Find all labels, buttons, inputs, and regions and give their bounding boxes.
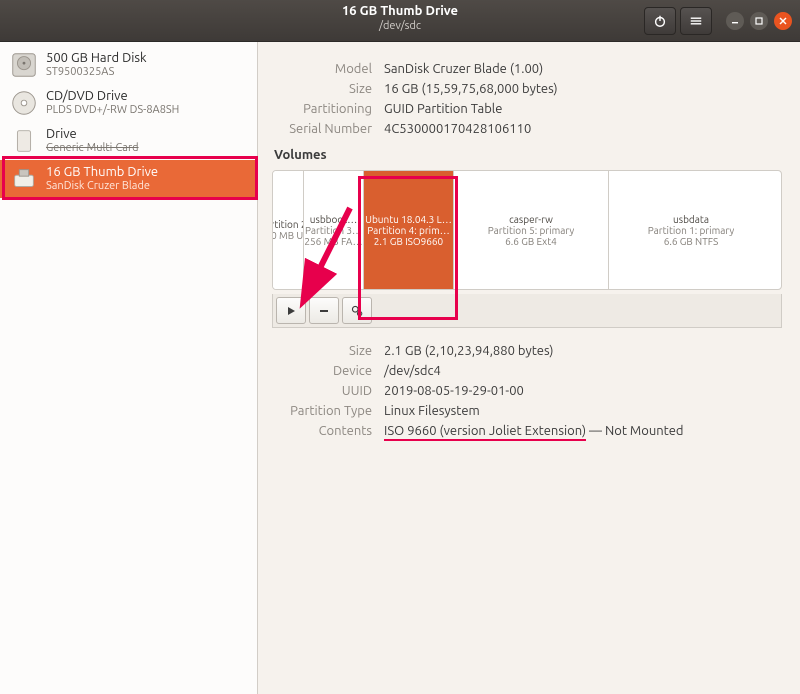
volume-toolbar [272, 294, 782, 328]
partitioning-value: GUID Partition Table [384, 102, 502, 116]
vol-contents-value: ISO 9660 (version Joliet Extension) — No… [384, 424, 684, 438]
serial-label: Serial Number [272, 122, 372, 136]
hamburger-icon [689, 14, 703, 28]
minimize-button[interactable] [726, 12, 744, 30]
vol-uuid-value: 2019-08-05-19-29-01-00 [384, 384, 524, 398]
maximize-button[interactable] [750, 12, 768, 30]
partition-block[interactable]: usbdataPartition 1: primary6.6 GB NTFS [608, 171, 773, 289]
sidebar-item-cd-dvd[interactable]: CD/DVD Drive PLDS DVD+/-RW DS-8A8SH [0, 84, 257, 122]
minus-icon [318, 305, 330, 317]
sd-card-icon [8, 125, 40, 157]
vol-size-label: Size [272, 344, 372, 358]
partition-name: casper-rw [509, 214, 553, 225]
volumes-heading: Volumes [274, 148, 782, 162]
optical-disc-icon [8, 87, 40, 119]
partitioning-label: Partitioning [272, 102, 372, 116]
vol-device-label: Device [272, 364, 372, 378]
close-button[interactable] [774, 12, 792, 30]
sidebar-item-card-reader[interactable]: Drive Generic-Multi-Card [0, 122, 257, 160]
partition-size: 6.6 GB NTFS [664, 236, 719, 247]
partition-block[interactable]: Ubuntu 18.04.3 L…Partition 4: prim…2.1 G… [363, 171, 453, 289]
play-icon [285, 305, 297, 317]
vol-contents-underlined: ISO 9660 (version Joliet Extension) [384, 424, 586, 441]
partition-name: usbdata [673, 214, 709, 225]
partition-size: 256 MB FA… [304, 236, 362, 247]
partition-map: Partition 2…1.0 MB U…usbboot…Partition 3… [272, 170, 782, 290]
main-panel: Model SanDisk Cruzer Blade (1.00) Size 16 … [258, 42, 800, 694]
sidebar-item-label: CD/DVD Drive [46, 89, 179, 104]
partition-size: 6.6 GB Ext4 [505, 236, 557, 247]
settings-button[interactable] [342, 297, 372, 324]
minimize-icon [730, 16, 740, 26]
maximize-icon [754, 16, 764, 26]
power-icon [653, 14, 667, 28]
device-sidebar: 500 GB Hard Disk ST9500325AS CD/DVD Driv… [0, 42, 258, 694]
sidebar-item-sublabel: PLDS DVD+/-RW DS-8A8SH [46, 104, 179, 117]
vol-uuid-label: UUID [272, 384, 372, 398]
hard-disk-icon [8, 49, 40, 81]
mount-button[interactable] [276, 297, 306, 324]
partition-name: usbboot… [310, 214, 357, 225]
vol-contents-label: Contents [272, 424, 372, 438]
vol-device-value: /dev/sdc4 [384, 364, 441, 378]
headerbar: 16 GB Thumb Drive /dev/sdc [0, 0, 800, 42]
sidebar-item-sublabel: ST9500325AS [46, 66, 147, 79]
size-label: Size [272, 82, 372, 96]
partition-block[interactable]: usbboot…Partition 3…256 MB FA… [303, 171, 363, 289]
power-button[interactable] [644, 7, 676, 35]
vol-size-value: 2.1 GB (2,10,23,94,880 bytes) [384, 344, 554, 358]
sidebar-item-hard-disk[interactable]: 500 GB Hard Disk ST9500325AS [0, 46, 257, 84]
partition-desc: Partition 4: prim… [367, 225, 449, 236]
vol-ptype-value: Linux Filesystem [384, 404, 480, 418]
sidebar-item-label: Drive [46, 127, 139, 142]
sidebar-item-sublabel: SanDisk Cruzer Blade [46, 180, 158, 193]
model-label: Model [272, 62, 372, 76]
size-value: 16 GB (15,59,75,68,000 bytes) [384, 82, 558, 96]
menu-button[interactable] [680, 7, 712, 35]
sidebar-item-thumb-drive[interactable]: 16 GB Thumb Drive SanDisk Cruzer Blade [0, 160, 257, 198]
partition-desc: Partition 1: primary [648, 225, 734, 236]
vol-ptype-label: Partition Type [272, 404, 372, 418]
partition-name: Ubuntu 18.04.3 L… [365, 214, 452, 225]
close-icon [778, 16, 788, 26]
vol-contents-suffix: — Not Mounted [586, 424, 684, 438]
delete-partition-button[interactable] [309, 297, 339, 324]
sidebar-item-label: 16 GB Thumb Drive [46, 165, 158, 180]
model-value: SanDisk Cruzer Blade (1.00) [384, 62, 543, 76]
partition-desc: Partition 3… [305, 225, 362, 236]
sidebar-item-label: 500 GB Hard Disk [46, 51, 147, 66]
partition-block[interactable]: Partition 2…1.0 MB U… [273, 171, 303, 289]
usb-drive-icon [8, 163, 40, 195]
serial-value: 4C530000170428106110 [384, 122, 531, 136]
partition-size: 2.1 GB ISO9660 [374, 236, 443, 247]
gears-icon [350, 304, 364, 318]
partition-block[interactable]: casper-rwPartition 5: primary6.6 GB Ext4 [453, 171, 608, 289]
partition-desc: Partition 5: primary [488, 225, 574, 236]
sidebar-item-sublabel: Generic-Multi-Card [46, 142, 139, 155]
